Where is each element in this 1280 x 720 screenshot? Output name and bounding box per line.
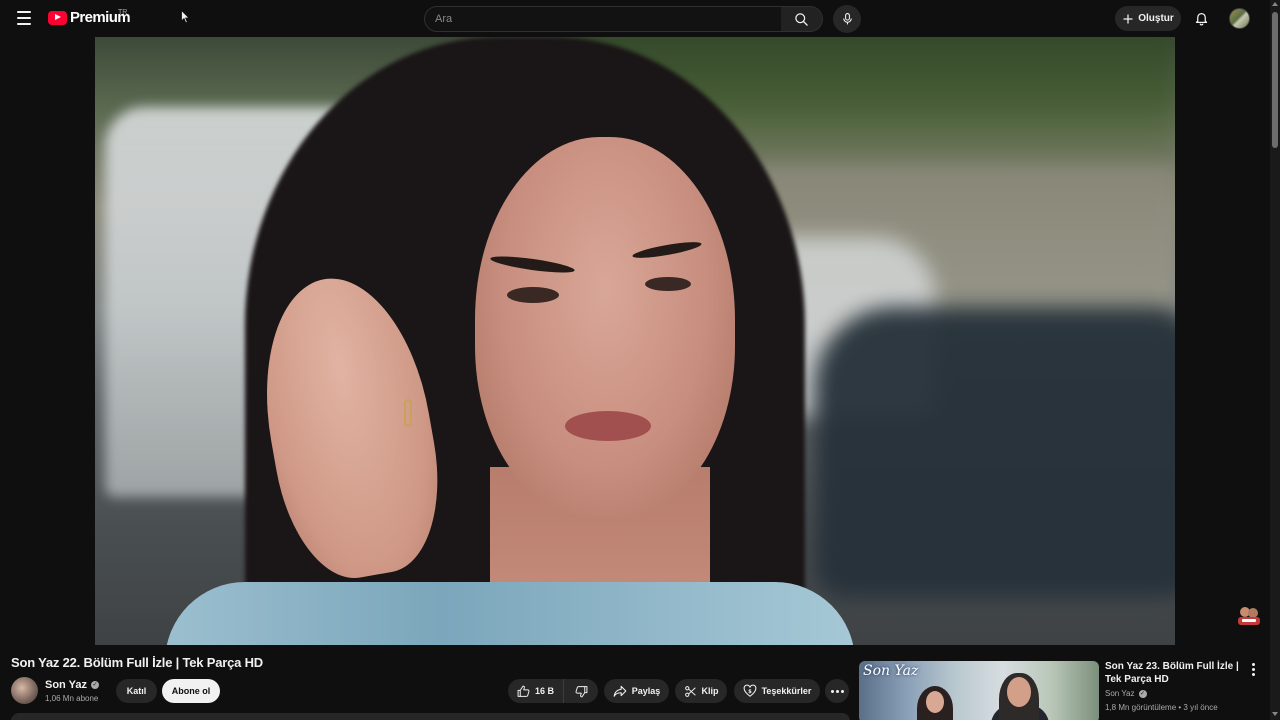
video-frame-eye <box>507 287 559 303</box>
share-button[interactable]: Paylaş <box>604 679 669 703</box>
dislike-button[interactable] <box>564 679 598 703</box>
page-scrollbar[interactable] <box>1270 0 1280 720</box>
page: Premium TR Oluştur <box>0 0 1280 720</box>
voice-search-button[interactable] <box>833 5 861 33</box>
video-frame-lips <box>565 411 651 441</box>
recommendation-thumbnail[interactable]: Son Yaz <box>859 661 1099 720</box>
player-container <box>0 37 1270 645</box>
channel-avatar[interactable] <box>11 677 38 704</box>
like-dislike-group: 16 B <box>508 679 598 703</box>
search-field[interactable] <box>424 6 782 32</box>
like-icon <box>517 685 530 697</box>
dislike-icon <box>575 685 587 697</box>
svg-text:$: $ <box>748 689 752 695</box>
account-avatar[interactable] <box>1229 8 1250 29</box>
channel-watermark-icon[interactable] <box>1236 604 1262 628</box>
thumbnail-face <box>926 691 944 713</box>
more-actions-button[interactable] <box>825 679 849 703</box>
join-button[interactable]: Katıl <box>116 679 157 703</box>
video-frame-dark-car <box>815 307 1175 597</box>
thanks-label: Teşekkürler <box>761 686 812 696</box>
clip-label: Klip <box>701 686 719 696</box>
channel-name-row[interactable]: Son Yaz ✓ <box>45 679 99 691</box>
more-icon <box>830 689 844 693</box>
like-count: 16 B <box>534 686 554 696</box>
search-button[interactable] <box>781 6 823 32</box>
scroll-down-icon[interactable] <box>1272 712 1278 716</box>
mic-icon <box>842 13 852 25</box>
search-input[interactable] <box>435 13 781 25</box>
channel-name[interactable]: Son Yaz <box>45 679 87 691</box>
youtube-logo-icon <box>48 10 67 25</box>
recommendation-menu-icon[interactable] <box>1247 661 1259 677</box>
like-button[interactable]: 16 B <box>508 679 564 703</box>
thumbnail-logo-text: Son Yaz <box>863 663 919 679</box>
video-title: Son Yaz 22. Bölüm Full İzle | Tek Parça … <box>11 655 263 670</box>
recommendation-meta: 1,8 Mn görüntüleme • 3 yıl önce <box>1105 703 1218 712</box>
recommendation-channel-row[interactable]: Son Yaz ✓ <box>1105 689 1147 698</box>
share-label: Paylaş <box>631 686 661 696</box>
create-label: Oluştur <box>1138 13 1174 24</box>
description-box[interactable] <box>11 713 850 720</box>
search-icon <box>795 12 808 26</box>
video-player[interactable] <box>95 37 1175 645</box>
recommendation-title[interactable]: Son Yaz 23. Bölüm Full İzle | Tek Parça … <box>1105 660 1245 686</box>
video-frame-face <box>475 137 735 517</box>
recommendation-channel[interactable]: Son Yaz <box>1105 689 1135 698</box>
subscribe-button[interactable]: Abone ol <box>162 679 220 703</box>
share-icon <box>613 685 627 697</box>
bell-icon <box>1195 13 1207 26</box>
scroll-up-icon[interactable] <box>1272 2 1278 6</box>
create-button[interactable]: Oluştur <box>1115 6 1181 31</box>
scissors-icon <box>684 685 696 697</box>
video-frame-earring <box>404 399 412 427</box>
subscriber-count: 1,06 Mn abone <box>45 694 99 703</box>
video-frame-eye <box>645 277 691 291</box>
notifications-button[interactable] <box>1190 7 1212 29</box>
logo-region: TR <box>118 9 128 16</box>
verified-icon: ✓ <box>90 681 99 689</box>
plus-icon <box>1123 14 1133 23</box>
verified-icon: ✓ <box>1138 689 1147 698</box>
video-frame-shirt <box>165 582 855 645</box>
thanks-button[interactable]: $ Teşekkürler <box>734 679 820 703</box>
scrollbar-thumb[interactable] <box>1272 12 1278 148</box>
thumbnail-face <box>1007 677 1031 707</box>
thanks-icon: $ <box>743 684 756 697</box>
top-bar: Premium TR Oluştur <box>0 0 1270 37</box>
clip-button[interactable]: Klip <box>675 679 727 703</box>
menu-icon[interactable] <box>12 6 36 30</box>
